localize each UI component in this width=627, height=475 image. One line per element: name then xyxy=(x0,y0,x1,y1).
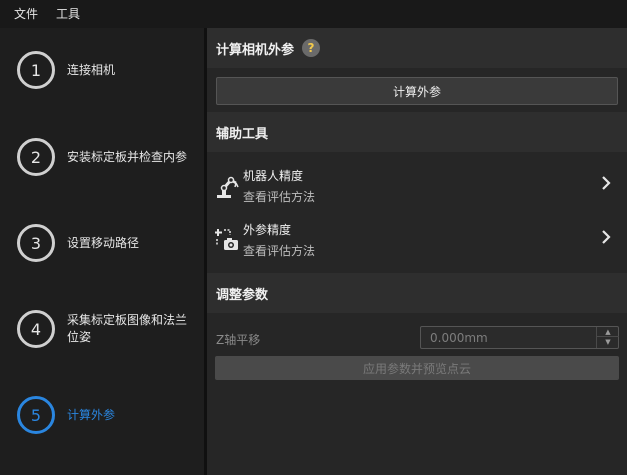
step-label: 连接相机 xyxy=(67,62,116,77)
main-panel: 计算相机外参 ? 计算外参 辅助工具 机器人精度 查看评估方法 外参精度 查看评… xyxy=(207,28,627,475)
z-translation-value: 0.000mm xyxy=(430,331,488,345)
step-number: 5 xyxy=(17,396,55,434)
chevron-right-icon[interactable] xyxy=(599,229,613,245)
extrinsic-accuracy-row[interactable]: 外参精度 查看评估方法 xyxy=(207,213,627,263)
robot-accuracy-row[interactable]: 机器人精度 查看评估方法 xyxy=(207,159,627,209)
menu-file[interactable]: 文件 xyxy=(8,0,44,28)
z-translation-spinbox[interactable]: 0.000mm ▲ ▼ xyxy=(420,326,619,349)
spin-up-icon[interactable]: ▲ xyxy=(597,327,619,337)
calc-section-header: 计算相机外参 ? xyxy=(207,28,627,68)
spin-buttons: ▲ ▼ xyxy=(596,327,619,348)
spin-down-icon[interactable]: ▼ xyxy=(597,337,619,347)
step-compute-extrinsics[interactable]: 5 计算外参 xyxy=(0,396,205,434)
compute-extrinsics-button[interactable]: 计算外参 xyxy=(216,77,618,105)
step-number: 4 xyxy=(17,310,55,348)
step-label: 设置移动路径 xyxy=(67,235,140,250)
camera-target-icon xyxy=(215,229,238,250)
step-label: 计算外参 xyxy=(67,407,116,422)
step-connect-camera[interactable]: 1 连接相机 xyxy=(0,51,205,89)
apply-preview-button[interactable]: 应用参数并预览点云 xyxy=(215,356,619,380)
section-title: 辅助工具 xyxy=(216,126,269,142)
step-label: 采集标定板图像和法兰位姿 xyxy=(67,313,188,344)
step-capture-images[interactable]: 4 采集标定板图像和法兰位姿 xyxy=(0,310,205,348)
step-number: 1 xyxy=(17,51,55,89)
z-translation-label: Z轴平移 xyxy=(216,333,261,347)
steps-sidebar: 1 连接相机 2 安装标定板并检查内参 3 设置移动路径 4 采集标定板图像和法… xyxy=(0,28,205,475)
adjust-section-header: 调整参数 xyxy=(207,273,627,313)
step-install-board[interactable]: 2 安装标定板并检查内参 xyxy=(0,138,205,176)
chevron-right-icon[interactable] xyxy=(599,175,613,191)
tool-title: 外参精度 xyxy=(243,223,292,237)
aux-section-header: 辅助工具 xyxy=(207,112,627,152)
step-set-path[interactable]: 3 设置移动路径 xyxy=(0,224,205,262)
robot-arm-icon xyxy=(217,176,239,198)
section-title: 调整参数 xyxy=(216,287,269,303)
step-label: 安装标定板并检查内参 xyxy=(67,149,188,164)
step-number: 2 xyxy=(17,138,55,176)
tool-subtitle: 查看评估方法 xyxy=(243,244,316,258)
tool-subtitle: 查看评估方法 xyxy=(243,190,316,204)
menu-tools[interactable]: 工具 xyxy=(50,0,86,28)
tool-title: 机器人精度 xyxy=(243,169,304,183)
menu-bar: 文件 工具 xyxy=(0,0,627,28)
step-number: 3 xyxy=(17,224,55,262)
help-icon[interactable]: ? xyxy=(302,39,321,57)
section-title: 计算相机外参 xyxy=(216,42,295,58)
